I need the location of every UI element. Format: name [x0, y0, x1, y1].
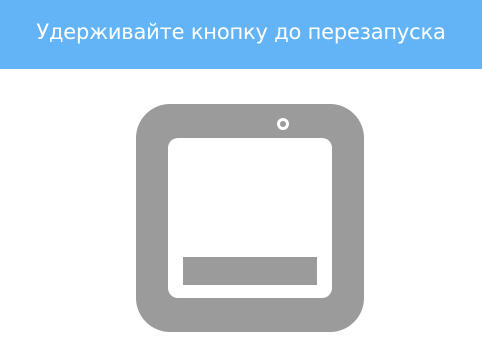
device-bottom-bar	[183, 257, 317, 285]
restart-button-center	[280, 121, 286, 127]
instruction-header: Удерживайте кнопку до перезапуска	[0, 0, 482, 69]
instruction-title: Удерживайте кнопку до перезапуска	[36, 20, 446, 44]
restart-instruction-screen: Удерживайте кнопку до перезапуска	[0, 0, 482, 364]
device-restart-button-icon	[136, 104, 364, 332]
